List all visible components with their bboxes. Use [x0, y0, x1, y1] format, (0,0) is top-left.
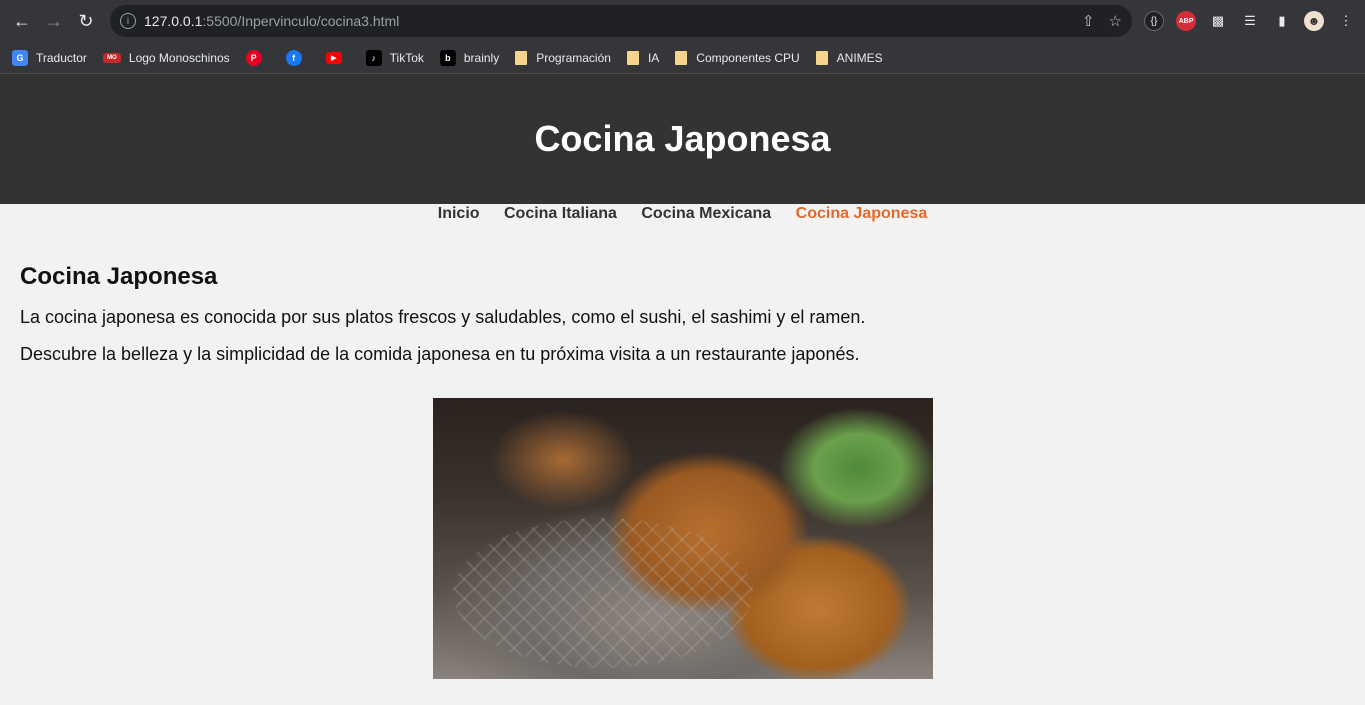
extensions-puzzle-icon[interactable]: ▩	[1208, 11, 1228, 31]
reload-icon[interactable]: ↻	[72, 7, 100, 35]
site-title: Cocina Japonesa	[534, 118, 831, 159]
bookmark-folder-ia[interactable]: IA	[626, 50, 660, 65]
bookmark-facebook[interactable]: f	[285, 49, 310, 66]
google-translate-icon: G	[12, 49, 28, 66]
wire-rack	[452, 518, 753, 668]
profile-avatar[interactable]: ☻	[1304, 11, 1324, 31]
forward-arrow-icon[interactable]: →	[40, 7, 68, 35]
invite-paragraph: Descubre la belleza y la simplicidad de …	[20, 344, 860, 364]
menu-kebab-icon[interactable]: ⋮	[1336, 11, 1356, 31]
site-header: Cocina Japonesa	[0, 74, 1365, 204]
bookmark-logo-monoschinos[interactable]: MO Logo Monoschinos	[102, 50, 230, 65]
pinterest-icon: P	[245, 49, 262, 66]
bookmark-star-icon[interactable]: ☆	[1109, 12, 1122, 30]
back-arrow-icon[interactable]: ←	[8, 7, 36, 35]
bookmark-brainly[interactable]: b brainly	[439, 49, 500, 66]
folder-icon	[626, 50, 639, 65]
url-path: :5500/Inpervinculo/cocina3.html	[202, 13, 400, 29]
main-content: Cocina Japonesa La cocina japonesa es co…	[0, 263, 1365, 679]
json-viewer-extension-icon[interactable]: {}	[1144, 11, 1164, 31]
bookmark-youtube[interactable]: ▶	[325, 51, 350, 64]
nav-link-cocina-italiana[interactable]: Cocina Italiana	[504, 205, 617, 222]
bookmark-pinterest[interactable]: P	[245, 49, 270, 66]
folder-icon	[515, 50, 528, 65]
bookmark-folder-programacion[interactable]: Programación	[515, 50, 611, 65]
section-heading: Cocina Japonesa	[20, 263, 218, 290]
url-host: 127.0.0.1	[144, 13, 203, 29]
tonkatsu-photo	[432, 398, 933, 679]
bookmark-label: brainly	[463, 50, 500, 65]
bookmark-label: ANIMES	[836, 50, 883, 65]
bookmark-label: Logo Monoschinos	[128, 50, 230, 65]
browser-toolbar: ← → ↻ i 127.0.0.1:5500/Inpervinculo/coci…	[0, 0, 1365, 42]
nav-link-cocina-mexicana[interactable]: Cocina Mexicana	[641, 205, 771, 222]
adblock-plus-icon[interactable]: ABP	[1176, 11, 1196, 31]
site-nav: Inicio Cocina Italiana Cocina Mexicana C…	[0, 204, 1365, 233]
youtube-icon: ▶	[325, 51, 342, 64]
site-info-icon[interactable]: i	[120, 13, 136, 29]
bookmark-tiktok[interactable]: ♪ TikTok	[365, 49, 424, 66]
monoschinos-icon: MO	[102, 52, 121, 63]
nav-link-cocina-japonesa[interactable]: Cocina Japonesa	[796, 205, 928, 222]
facebook-icon: f	[285, 49, 302, 66]
bookmark-label: IA	[647, 50, 660, 65]
bookmark-label: Traductor	[36, 50, 87, 65]
bookmark-label: TikTok	[389, 50, 424, 65]
bookmark-folder-componentes-cpu[interactable]: Componentes CPU	[675, 50, 800, 65]
share-icon[interactable]: ⇧	[1082, 12, 1095, 30]
media-control-icon[interactable]: ☰	[1240, 11, 1260, 31]
brainly-icon: b	[439, 49, 456, 66]
nav-link-inicio[interactable]: Inicio	[438, 205, 480, 222]
intro-paragraph: La cocina japonesa es conocida por sus p…	[20, 307, 866, 327]
bookmark-label: Componentes CPU	[696, 50, 800, 65]
bookmarks-bar: G Traductor MO Logo Monoschinos P f ▶ ♪ …	[0, 42, 1365, 74]
bookmark-label: Programación	[536, 50, 611, 65]
bookmark-traductor[interactable]: G Traductor	[12, 49, 87, 66]
side-panel-icon[interactable]: ▮	[1272, 11, 1292, 31]
folder-icon	[815, 50, 828, 65]
folder-icon	[675, 50, 688, 65]
bookmark-folder-animes[interactable]: ANIMES	[815, 50, 883, 65]
tiktok-icon: ♪	[365, 49, 382, 66]
address-bar[interactable]: i 127.0.0.1:5500/Inpervinculo/cocina3.ht…	[110, 5, 1132, 37]
